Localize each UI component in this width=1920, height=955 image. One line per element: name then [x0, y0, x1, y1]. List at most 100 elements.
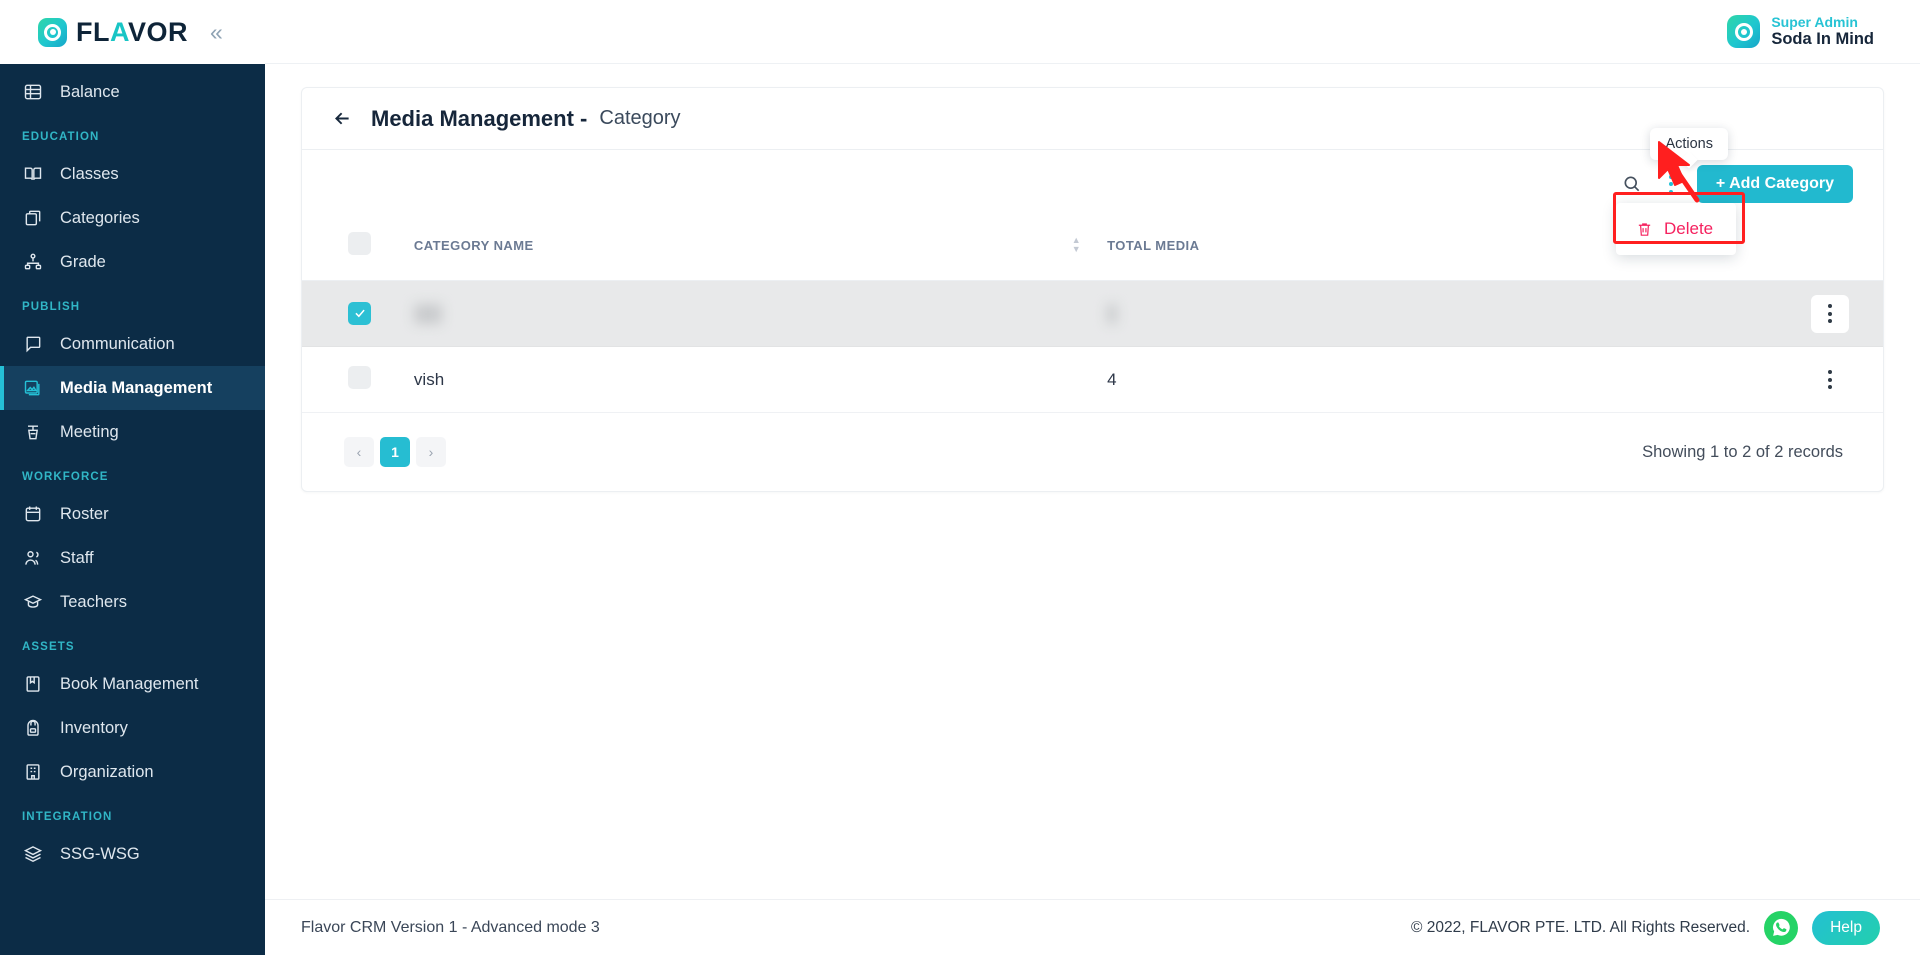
sidebar-section-workforce: WORKFORCE — [22, 471, 109, 483]
row-select-cell — [302, 280, 414, 347]
row-total-media-value — [1107, 303, 1117, 324]
sidebar-item-balance[interactable]: Balance — [0, 70, 265, 114]
sidebar-item-grade[interactable]: Grade — [0, 240, 265, 284]
row-category-name — [413, 280, 1108, 347]
user-menu[interactable]: Super Admin Soda In Mind — [1727, 14, 1874, 49]
row-select-cell — [302, 346, 414, 413]
row-actions-cell — [1654, 346, 1883, 413]
row-total-media: 4 — [1107, 346, 1655, 413]
column-total-media[interactable]: TOTAL MEDIA ▲▼ — [1107, 218, 1655, 281]
backpack-icon — [22, 717, 44, 739]
footer-right: © 2022, FLAVOR PTE. LTD. All Rights Rese… — [1411, 910, 1880, 945]
calendar-icon — [22, 503, 44, 525]
grade-icon — [22, 251, 44, 273]
sidebar-section-assets: ASSETS — [22, 641, 75, 653]
categories-icon — [22, 207, 44, 229]
sidebar-item-label: Balance — [60, 82, 120, 101]
sidebar-item-label: Media Management — [60, 378, 213, 397]
page-subtitle: Category — [599, 107, 681, 129]
main-area: Super Admin Soda In Mind Media Managemen… — [265, 0, 1920, 955]
row-checkbox[interactable] — [348, 301, 371, 325]
table-body: vish 4 — [302, 280, 1883, 413]
sidebar-item-ssg-wsg[interactable]: SSG-WSG — [0, 832, 265, 876]
row-kebab-icon — [1828, 370, 1832, 389]
column-select-all — [302, 218, 414, 281]
user-name: Soda In Mind — [1771, 30, 1874, 49]
sidebar-item-meeting[interactable]: Meeting — [0, 410, 265, 454]
book-icon — [22, 163, 44, 185]
row-kebab-button[interactable] — [1811, 294, 1849, 333]
delete-menu-label: Delete — [1664, 219, 1714, 238]
row-checkbox[interactable] — [348, 365, 371, 389]
table-toolbar: Actions + Add Category Delete — [302, 128, 1883, 255]
sidebar-item-communication[interactable]: Communication — [0, 322, 265, 366]
app-root: FLAVOR « Balance EDUCATION Classes Categ… — [0, 0, 1920, 955]
trash-icon — [1638, 222, 1651, 236]
row-total-media-value: 4 — [1107, 369, 1117, 389]
flavor-logo-icon — [38, 17, 67, 47]
sidebar-item-staff[interactable]: Staff — [0, 536, 265, 580]
row-total-media — [1107, 280, 1655, 347]
sidebar-item-label: Communication — [60, 334, 175, 353]
select-all-checkbox[interactable] — [348, 232, 371, 255]
sidebar-item-label: Teachers — [60, 592, 127, 611]
sidebar-item-label: Meeting — [60, 422, 119, 441]
table-row[interactable]: vish 4 — [302, 346, 1883, 413]
media-icon — [22, 377, 44, 399]
sidebar-collapse-icon[interactable]: « — [210, 20, 223, 44]
sidebar-item-label: Roster — [60, 504, 109, 523]
sort-icon[interactable]: ▲▼ — [1072, 236, 1081, 254]
pagination-next[interactable]: › — [416, 437, 446, 467]
app-version: Flavor CRM Version 1 - Advanced mode 3 — [301, 918, 600, 936]
search-icon[interactable] — [1619, 171, 1645, 197]
column-label: CATEGORY NAME — [413, 237, 534, 253]
sidebar-item-inventory[interactable]: Inventory — [0, 706, 265, 750]
sidebar-item-label: Inventory — [60, 718, 128, 737]
users-icon — [22, 547, 44, 569]
sidebar-item-label: SSG-WSG — [60, 844, 140, 863]
brand-header: FLAVOR « — [0, 0, 265, 64]
sidebar-item-label: Staff — [60, 548, 94, 567]
user-meta: Super Admin Soda In Mind — [1771, 14, 1874, 49]
row-kebab-button[interactable] — [1811, 361, 1849, 399]
delete-menu-item[interactable]: Delete — [1616, 212, 1736, 246]
book-closed-icon — [22, 673, 44, 695]
sidebar-item-teachers[interactable]: Teachers — [0, 580, 265, 624]
pagination-prev[interactable]: ‹ — [344, 437, 374, 467]
brand-name: FLAVOR — [76, 16, 189, 47]
sidebar-item-label: Categories — [60, 208, 140, 227]
copyright-text: © 2022, FLAVOR PTE. LTD. All Rights Rese… — [1411, 918, 1751, 936]
layers-icon — [22, 843, 44, 865]
sidebar-section-integration: INTEGRATION — [22, 811, 113, 823]
sidebar-item-categories[interactable]: Categories — [0, 196, 265, 240]
sidebar-item-label: Organization — [60, 762, 154, 781]
column-category-name[interactable]: CATEGORY NAME ▲ ▼ — [413, 218, 1108, 281]
add-category-button[interactable]: + Add Category — [1696, 165, 1853, 203]
graduation-cap-icon — [22, 591, 44, 613]
sidebar-item-roster[interactable]: Roster — [0, 492, 265, 536]
actions-kebab-icon[interactable] — [1661, 171, 1681, 198]
back-arrow-icon[interactable] — [332, 108, 353, 129]
avatar — [1727, 15, 1761, 48]
row-actions-cell — [1654, 280, 1883, 347]
podium-icon — [22, 421, 44, 443]
table-row[interactable] — [302, 280, 1883, 347]
pagination-page-1[interactable]: 1 — [380, 437, 410, 467]
sidebar-item-book-management[interactable]: Book Management — [0, 662, 265, 706]
records-summary: Showing 1 to 2 of 2 records — [1642, 442, 1843, 461]
whatsapp-icon[interactable] — [1764, 910, 1799, 945]
table-footer: ‹ 1 › Showing 1 to 2 of 2 records — [302, 413, 1883, 491]
topbar: Super Admin Soda In Mind — [265, 0, 1920, 64]
sidebar-section-education: EDUCATION — [22, 131, 100, 143]
row-kebab-icon — [1828, 304, 1832, 323]
sidebar-nav: Balance EDUCATION Classes Categories Gra… — [0, 64, 265, 955]
row-category-name-value — [413, 303, 443, 324]
help-button[interactable]: Help — [1812, 910, 1880, 945]
content-area: Media Management - Category Actions + Ad… — [265, 64, 1920, 899]
footer: Flavor CRM Version 1 - Advanced mode 3 ©… — [265, 899, 1920, 955]
pagination: ‹ 1 › — [332, 437, 446, 467]
page-title: Media Management - — [371, 105, 588, 131]
sidebar-item-organization[interactable]: Organization — [0, 750, 265, 794]
sidebar-item-classes[interactable]: Classes — [0, 152, 265, 196]
sidebar-item-media-management[interactable]: Media Management — [0, 366, 265, 410]
